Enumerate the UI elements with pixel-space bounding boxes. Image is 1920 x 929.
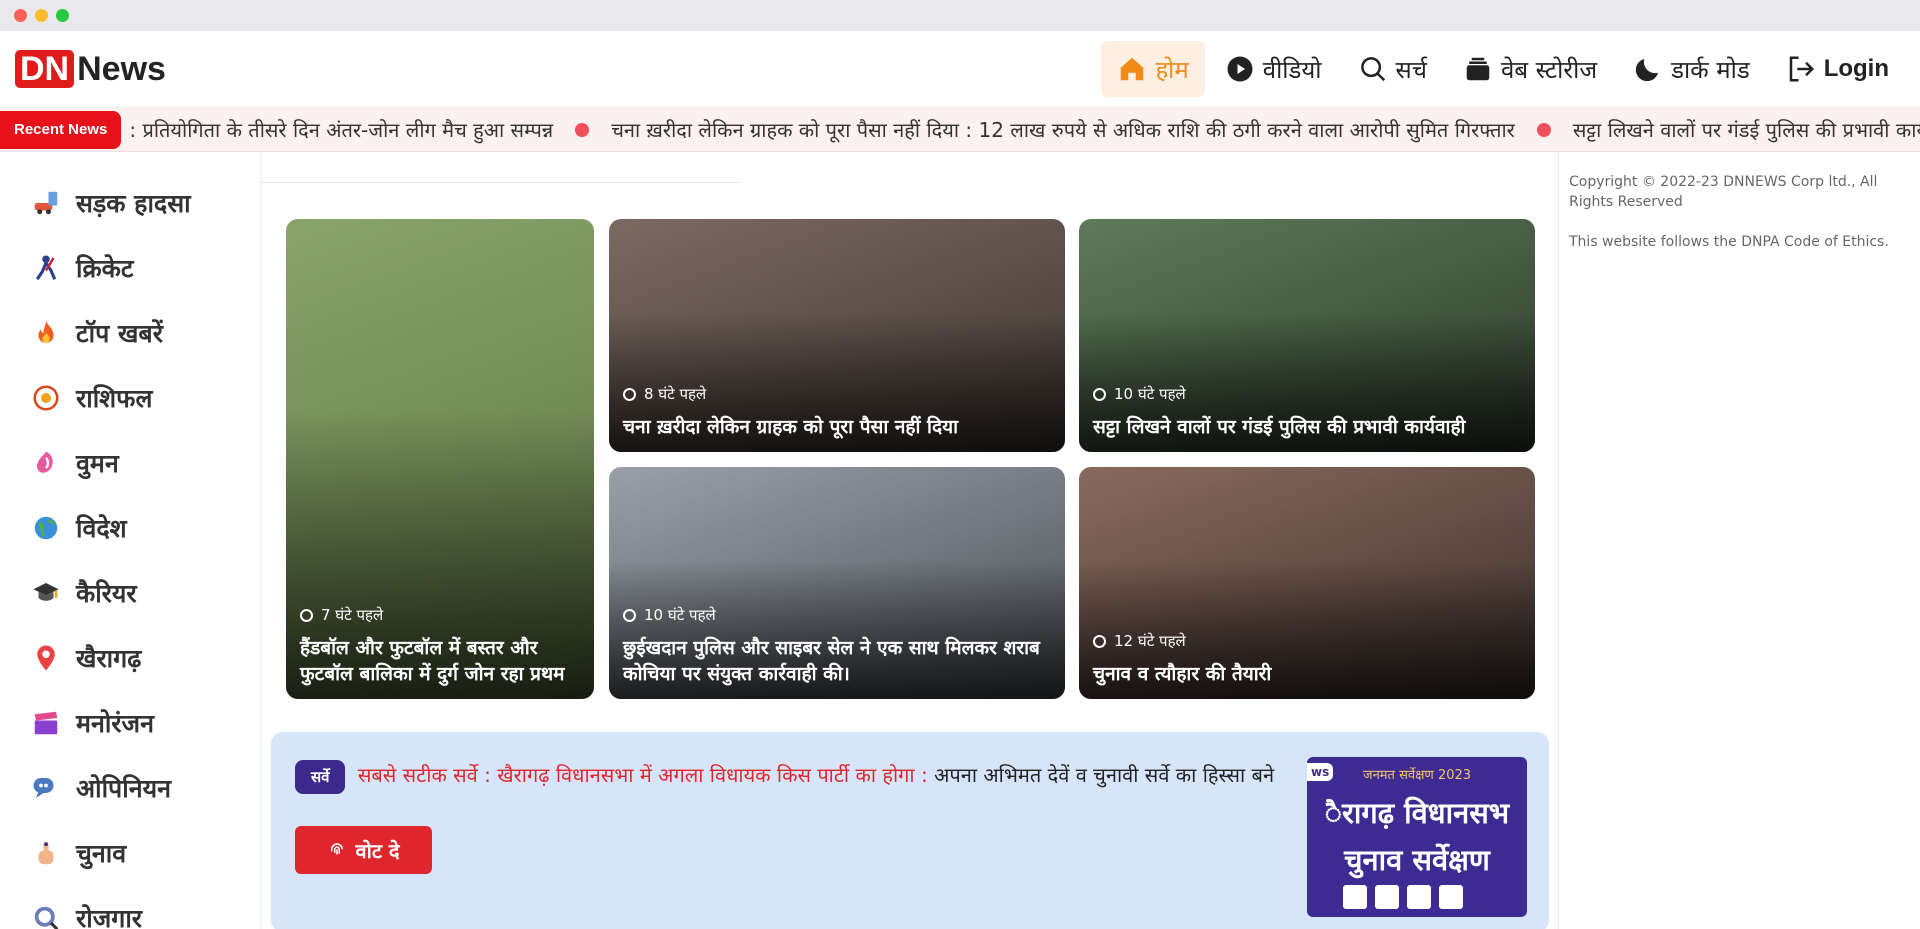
- sidebar-item-opinion[interactable]: ओपिनियन: [0, 755, 260, 820]
- sidebar-item-career[interactable]: कैरियर: [0, 560, 260, 625]
- graduation-cap-icon: [30, 577, 62, 609]
- nav-login[interactable]: Login: [1770, 41, 1905, 97]
- nav-dark-mode[interactable]: डार्क मोड: [1617, 41, 1766, 97]
- globe-icon: [30, 512, 62, 544]
- jobs-icon: [30, 902, 62, 929]
- clock-icon: [1093, 634, 1106, 648]
- news-card-title[interactable]: चना ख़रीदा लेकिन ग्राहक को पूरा पैसा नही…: [623, 414, 1051, 440]
- ticker-separator-dot: [1536, 122, 1551, 137]
- news-card[interactable]: 12 घंटे पहले चुनाव व त्यौहार की तैयारी: [1079, 467, 1535, 699]
- news-card-title[interactable]: हैंडबॉल और फुटबॉल में बस्तर और फुटबॉल बा…: [300, 635, 580, 687]
- ethics-text[interactable]: This website follows the DNPA Code of Et…: [1569, 232, 1910, 252]
- fingerprint-icon: [330, 843, 343, 855]
- close-window-button[interactable]: [14, 9, 27, 22]
- sidebar-item-road-accident[interactable]: सड़क हादसा: [0, 170, 260, 235]
- news-card-time: 8 घंटे पहले: [644, 385, 707, 403]
- clock-icon: [1093, 387, 1106, 401]
- play-icon: [1227, 56, 1253, 82]
- party-logo-icon: [1439, 885, 1463, 909]
- news-card-time: 12 घंटे पहले: [1114, 632, 1186, 650]
- recent-news-ticker: Recent News : प्रतियोगिता के तीसरे दिन अ…: [0, 108, 1920, 152]
- copyright-text: Copyright © 2022-23 DNNEWS Corp ltd., Al…: [1569, 174, 1878, 210]
- clapperboard-icon: [30, 707, 62, 739]
- recent-news-label: Recent News: [0, 110, 122, 149]
- sidebar-item-election[interactable]: चुनाव: [0, 820, 260, 885]
- news-card-title[interactable]: छुईखदान पुलिस और साइबर सेल ने एक साथ मिल…: [623, 635, 1051, 687]
- survey-poster-image[interactable]: ws जनमत सर्वेक्षण 2023 ैरागढ़ विधानसभ चु…: [1307, 757, 1527, 917]
- site-header: DN News होम वीडियो सर्च वेब स्टोरीज डार्…: [0, 31, 1920, 108]
- sidebar-item-jobs[interactable]: रोजगार: [0, 885, 260, 929]
- party-logos: [1343, 885, 1463, 909]
- sidebar-item-woman[interactable]: वुमन: [0, 430, 260, 495]
- moon-icon: [1636, 59, 1659, 82]
- home-icon: [1121, 57, 1144, 81]
- footer-sidebar: Copyright © 2022-23 DNNEWS Corp ltd., Al…: [1559, 152, 1920, 929]
- nav-search[interactable]: सर्च: [1342, 41, 1443, 97]
- browser-titlebar: [0, 0, 1920, 31]
- ticker-separator-dot: [575, 122, 590, 137]
- survey-badge: सर्वे: [295, 760, 346, 794]
- survey-headline[interactable]: सबसे सटीक सर्वे : खैरागढ़ विधानसभा में अ…: [358, 763, 928, 787]
- fire-icon: [30, 317, 62, 349]
- survey-banner: सर्वे सबसे सटीक सर्वे : खैरागढ़ विधानसभा…: [271, 732, 1549, 929]
- news-card[interactable]: 7 घंटे पहले हैंडबॉल और फुटबॉल में बस्तर …: [286, 219, 594, 699]
- sidebar-item-entertainment[interactable]: मनोरंजन: [0, 690, 260, 755]
- woman-icon: [30, 447, 62, 479]
- category-sidebar: सड़क हादसा क्रिकेट टॉप खबरें राशिफल वुमन…: [0, 152, 261, 929]
- party-logo-icon: [1343, 885, 1367, 909]
- party-logo-icon: [1375, 885, 1399, 909]
- party-logo-icon: [1407, 885, 1431, 909]
- ticker-item[interactable]: सट्टा लिखने वालों पर गंडई पुलिस की प्रभा…: [1573, 116, 1920, 143]
- clock-icon: [300, 608, 313, 622]
- site-logo[interactable]: DN News: [15, 50, 166, 89]
- maximize-window-button[interactable]: [56, 9, 69, 22]
- main-nav: होम वीडियो सर्च वेब स्टोरीज डार्क मोड Lo…: [1101, 41, 1905, 97]
- speech-bubble-icon: [30, 772, 62, 804]
- sidebar-item-foreign[interactable]: विदेश: [0, 495, 260, 560]
- ticker-item[interactable]: : प्रतियोगिता के तीसरे दिन अंतर-जोन लीग …: [129, 116, 553, 143]
- search-icon: [1360, 57, 1385, 82]
- main-content: 7 घंटे पहले हैंडबॉल और फुटबॉल में बस्तर …: [261, 152, 1559, 929]
- vote-button[interactable]: वोट दे: [295, 826, 432, 874]
- clock-icon: [623, 608, 636, 622]
- minimize-window-button[interactable]: [35, 9, 48, 22]
- news-card-time: 10 घंटे पहले: [1114, 385, 1186, 403]
- news-card-title[interactable]: चुनाव व त्यौहार की तैयारी: [1093, 661, 1521, 687]
- location-pin-icon: [30, 642, 62, 674]
- nav-home[interactable]: होम: [1101, 41, 1205, 97]
- sidebar-item-khairagarh[interactable]: खैरागढ़: [0, 625, 260, 690]
- sidebar-item-top-news[interactable]: टॉप खबरें: [0, 300, 260, 365]
- sidebar-item-horoscope[interactable]: राशिफल: [0, 365, 260, 430]
- news-card[interactable]: 10 घंटे पहले छुईखदान पुलिस और साइबर सेल …: [609, 467, 1065, 699]
- login-icon: [1789, 56, 1814, 82]
- road-accident-icon: [30, 187, 62, 219]
- news-card-time: 7 घंटे पहले: [321, 606, 384, 624]
- divider: [261, 182, 741, 183]
- news-card-title[interactable]: सट्टा लिखने वालों पर गंडई पुलिस की प्रभा…: [1093, 414, 1521, 440]
- news-card-time: 10 घंटे पहले: [644, 606, 716, 624]
- ticker-item[interactable]: चना ख़रीदा लेकिन ग्राहक को पूरा पैसा नही…: [611, 116, 1515, 143]
- nav-web-stories[interactable]: वेब स्टोरीज: [1447, 41, 1613, 97]
- stories-icon: [1466, 57, 1490, 81]
- news-card[interactable]: 10 घंटे पहले सट्टा लिखने वालों पर गंडई प…: [1079, 219, 1535, 452]
- survey-text: सर्वे सबसे सटीक सर्वे : खैरागढ़ विधानसभा…: [295, 760, 1295, 794]
- vote-finger-icon: [30, 837, 62, 869]
- ticker-track: : प्रतियोगिता के तीसरे दिन अंतर-जोन लीग …: [129, 116, 1920, 143]
- sun-icon: [30, 382, 62, 414]
- news-card[interactable]: 8 घंटे पहले चना ख़रीदा लेकिन ग्राहक को प…: [609, 219, 1065, 452]
- cricket-icon: [30, 252, 62, 284]
- clock-icon: [623, 387, 636, 401]
- nav-video[interactable]: वीडियो: [1209, 41, 1338, 97]
- sidebar-item-cricket[interactable]: क्रिकेट: [0, 235, 260, 300]
- survey-description: अपना अभिमत देवें व चुनावी सर्वे का हिस्स…: [934, 763, 1275, 787]
